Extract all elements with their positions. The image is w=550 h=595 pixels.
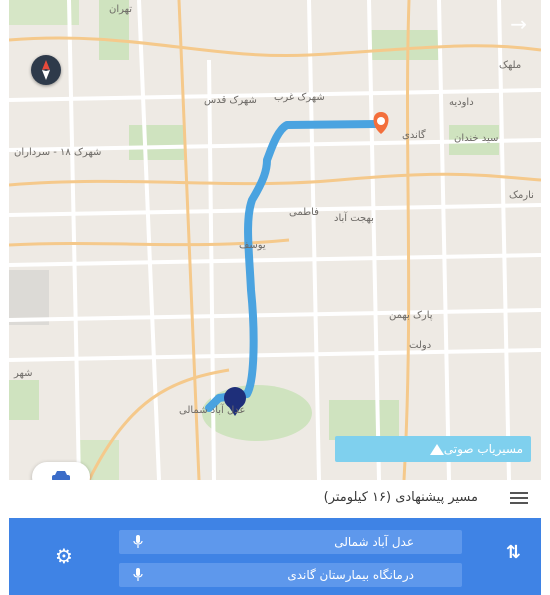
road xyxy=(9,308,541,322)
map-label: شهرک قدس xyxy=(204,95,257,106)
park-area xyxy=(369,30,439,60)
map-label: ملهک xyxy=(499,60,522,71)
map-label: فاطمی xyxy=(289,207,319,218)
map-label: سید خندان xyxy=(454,133,499,144)
park-area xyxy=(129,125,184,160)
map-label: تهران xyxy=(109,4,133,15)
map-label: یوسف xyxy=(239,240,266,251)
road xyxy=(9,348,541,362)
navigation-arrow-icon xyxy=(429,443,444,455)
map-view[interactable]: تهران شهرک قدس شهرک غرب شهرک ۱۸ - سردارا… xyxy=(9,0,541,480)
road xyxy=(9,203,541,217)
map-label: گاندی xyxy=(402,130,426,141)
route-summary-text: مسیر پیشنهادی (۱۶ کیلومتر) xyxy=(323,490,478,505)
origin-field[interactable]: عدل آباد شمالی xyxy=(119,530,462,554)
gear-icon[interactable]: ⚙ xyxy=(55,546,73,566)
map-label: دولت xyxy=(409,340,432,351)
park-area xyxy=(9,380,39,420)
road xyxy=(437,0,451,480)
destination-field[interactable]: درمانگاه بیمارستان گاندی xyxy=(119,563,462,587)
map-label: بهجت آباد xyxy=(334,213,374,224)
map-label: نارمک xyxy=(509,190,534,201)
list-icon[interactable] xyxy=(510,492,528,507)
back-arrow-icon[interactable]: → xyxy=(510,14,527,34)
highway xyxy=(402,0,411,480)
map-label: داودیه xyxy=(449,97,474,108)
road xyxy=(67,0,81,480)
map-label: عدل آباد شمالی xyxy=(179,405,246,416)
microphone-icon[interactable] xyxy=(133,535,143,552)
voice-navigation-button[interactable]: مسیریاب صوتی xyxy=(335,436,531,462)
microphone-icon[interactable] xyxy=(133,568,143,585)
destination-pin[interactable] xyxy=(373,112,389,134)
route-summary-bar[interactable]: مسیر پیشنهادی (۱۶ کیلومتر) xyxy=(0,480,550,518)
map-label: شهرک غرب xyxy=(274,92,325,103)
route-path xyxy=(205,120,381,412)
map-canvas[interactable] xyxy=(9,0,541,480)
route-input-panel: عدل آباد شمالی درمانگاه بیمارستان گاندی … xyxy=(9,518,541,595)
origin-value: عدل آباد شمالی xyxy=(334,535,414,549)
swap-icon[interactable]: ⇅ xyxy=(506,542,521,563)
map-label: شهرک ۱۸ - سرداران xyxy=(14,147,102,158)
road xyxy=(9,253,541,267)
compass-icon[interactable] xyxy=(31,55,61,85)
road xyxy=(497,0,511,480)
voice-navigation-label: مسیریاب صوتی xyxy=(443,442,523,456)
highway xyxy=(9,36,541,58)
urban-block xyxy=(9,270,49,325)
map-label: شهر xyxy=(14,368,33,379)
destination-value: درمانگاه بیمارستان گاندی xyxy=(287,568,414,582)
park-area xyxy=(329,400,399,440)
highway xyxy=(9,172,541,187)
map-label: پارک بهمن xyxy=(389,310,433,321)
